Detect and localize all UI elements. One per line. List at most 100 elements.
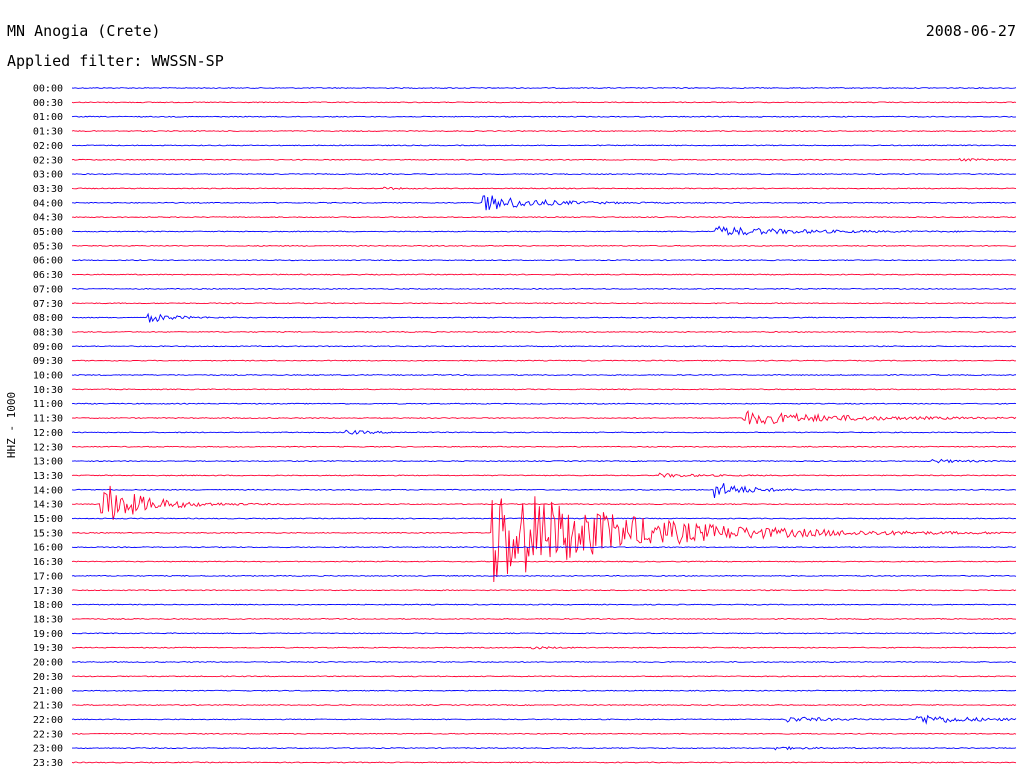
seismic-trace bbox=[71, 259, 1017, 262]
time-tick-label: 14:30 bbox=[33, 500, 63, 511]
time-tick-label: 12:00 bbox=[33, 428, 63, 439]
seismic-trace bbox=[71, 273, 1017, 276]
seismic-trace bbox=[71, 517, 1017, 520]
seismic-trace bbox=[71, 225, 1017, 236]
seismic-trace bbox=[71, 312, 1017, 323]
seismic-trace bbox=[71, 632, 1017, 635]
seismic-trace bbox=[71, 402, 1017, 405]
seismic-trace bbox=[71, 761, 1017, 764]
time-tick-label: 19:00 bbox=[33, 629, 63, 640]
seismic-trace bbox=[71, 589, 1017, 592]
seismic-trace bbox=[71, 388, 1017, 391]
time-tick-label: 16:30 bbox=[33, 557, 63, 568]
time-tick-label: 02:30 bbox=[33, 155, 63, 166]
time-tick-label: 05:00 bbox=[33, 227, 63, 238]
seismic-trace bbox=[71, 689, 1017, 692]
time-tick-label: 12:30 bbox=[33, 442, 63, 453]
seismic-trace bbox=[71, 483, 1017, 499]
seismic-trace bbox=[71, 302, 1017, 305]
seismic-trace bbox=[71, 496, 1017, 583]
time-tick-label: 19:30 bbox=[33, 643, 63, 654]
seismic-trace bbox=[71, 330, 1017, 333]
time-tick-label: 22:00 bbox=[33, 715, 63, 726]
time-tick-label: 16:00 bbox=[33, 543, 63, 554]
seismic-trace bbox=[71, 130, 1017, 132]
seismic-trace bbox=[71, 186, 1017, 191]
seismic-trace bbox=[71, 472, 1017, 478]
seismic-trace bbox=[71, 244, 1017, 247]
time-tick-label: 20:30 bbox=[33, 672, 63, 683]
time-tick-label: 07:00 bbox=[33, 284, 63, 295]
seismic-trace bbox=[71, 560, 1017, 563]
seismic-trace bbox=[71, 732, 1017, 735]
time-tick-label: 06:00 bbox=[33, 256, 63, 267]
seismic-trace bbox=[71, 661, 1017, 663]
time-tick-label: 15:30 bbox=[33, 528, 63, 539]
seismic-trace bbox=[71, 618, 1017, 620]
seismic-trace bbox=[71, 216, 1017, 219]
seismic-trace bbox=[71, 458, 1017, 464]
time-tick-label: 01:00 bbox=[33, 112, 63, 123]
time-tick-label: 17:30 bbox=[33, 586, 63, 597]
time-tick-label: 05:30 bbox=[33, 241, 63, 252]
time-tick-label: 17:00 bbox=[33, 571, 63, 582]
seismic-trace bbox=[71, 115, 1017, 118]
time-tick-label: 21:00 bbox=[33, 686, 63, 697]
seismic-trace bbox=[71, 195, 1017, 211]
time-tick-label: 10:30 bbox=[33, 385, 63, 396]
time-tick-label: 14:00 bbox=[33, 485, 63, 496]
time-tick-label: 07:30 bbox=[33, 299, 63, 310]
channel-axis-label: HHZ - 1000 bbox=[5, 392, 18, 458]
seismic-trace bbox=[71, 410, 1017, 425]
time-tick-label: 18:00 bbox=[33, 600, 63, 611]
seismic-trace bbox=[71, 646, 1017, 650]
time-tick-label: 04:00 bbox=[33, 198, 63, 209]
time-tick-label: 11:30 bbox=[33, 414, 63, 425]
seismic-trace bbox=[71, 101, 1017, 104]
seismic-trace bbox=[71, 546, 1017, 549]
time-tick-label: 06:30 bbox=[33, 270, 63, 281]
filter-label: Applied filter: WWSSN-SP bbox=[7, 52, 224, 70]
seismic-trace bbox=[71, 445, 1017, 448]
time-tick-label: 15:00 bbox=[33, 514, 63, 525]
station-title: MN Anogia (Crete) bbox=[7, 22, 161, 40]
seismic-trace bbox=[71, 675, 1017, 678]
time-tick-label: 22:30 bbox=[33, 729, 63, 740]
time-tick-label: 00:00 bbox=[33, 84, 63, 95]
time-tick-label: 23:30 bbox=[33, 758, 63, 769]
seismic-trace bbox=[71, 345, 1017, 348]
seismic-trace bbox=[71, 374, 1017, 376]
seismic-trace bbox=[71, 429, 1017, 435]
seismic-trace bbox=[71, 87, 1017, 89]
seismic-trace bbox=[71, 745, 1017, 751]
seismic-trace bbox=[71, 704, 1017, 706]
time-tick-label: 13:30 bbox=[33, 471, 63, 482]
seismic-trace bbox=[71, 574, 1017, 577]
time-tick-label: 11:00 bbox=[33, 399, 63, 410]
time-tick-label: 02:00 bbox=[33, 141, 63, 152]
seismic-trace bbox=[71, 603, 1017, 606]
time-tick-label: 00:30 bbox=[33, 98, 63, 109]
time-tick-label: 20:00 bbox=[33, 658, 63, 669]
time-tick-label: 08:00 bbox=[33, 313, 63, 324]
seismic-trace bbox=[71, 173, 1017, 176]
helicorder-plot: MN Anogia (Crete) 2008-06-27 Applied fil… bbox=[5, 22, 1017, 769]
time-tick-label: 01:30 bbox=[33, 127, 63, 138]
seismic-trace bbox=[71, 287, 1017, 290]
trace-rows: 00:00 00:30 01:00 01:30 02:00 02:30 03:00 03:30… bbox=[33, 84, 1017, 769]
time-tick-label: 13:00 bbox=[33, 457, 63, 468]
seismic-trace bbox=[71, 157, 1017, 162]
time-tick-label: 08:30 bbox=[33, 327, 63, 338]
seismic-trace bbox=[71, 714, 1017, 725]
seismic-trace bbox=[71, 144, 1017, 147]
time-tick-label: 09:00 bbox=[33, 342, 63, 353]
time-tick-label: 03:00 bbox=[33, 170, 63, 181]
time-tick-label: 03:30 bbox=[33, 184, 63, 195]
seismic-trace bbox=[71, 359, 1017, 362]
time-tick-label: 04:30 bbox=[33, 213, 63, 224]
time-tick-label: 09:30 bbox=[33, 356, 63, 367]
time-tick-label: 10:00 bbox=[33, 371, 63, 382]
record-date: 2008-06-27 bbox=[926, 22, 1016, 40]
time-tick-label: 23:00 bbox=[33, 744, 63, 755]
time-tick-label: 18:30 bbox=[33, 614, 63, 625]
